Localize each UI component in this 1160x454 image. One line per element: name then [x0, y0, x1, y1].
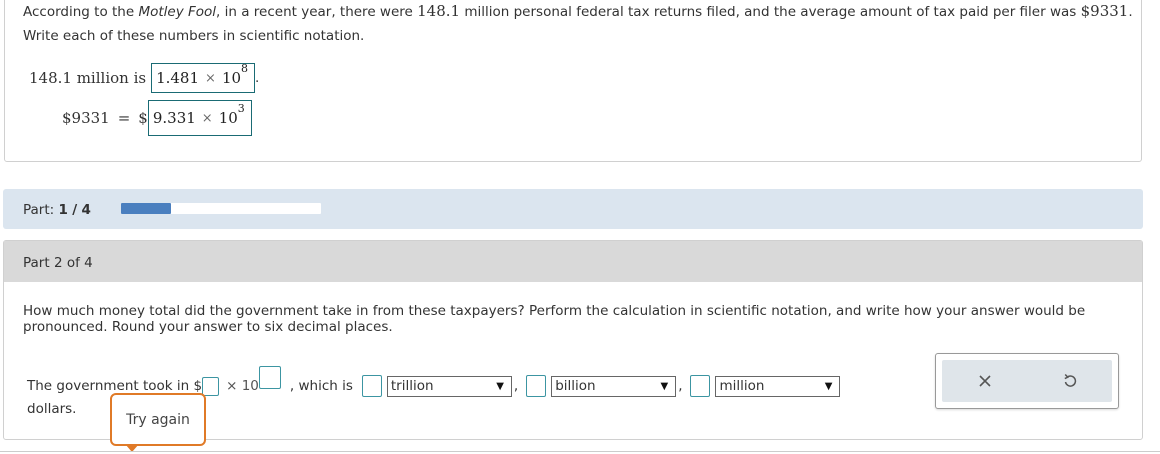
line2-label: $9331: [62, 109, 110, 127]
exponent-input[interactable]: [258, 365, 281, 389]
answer-line-2: $9331 = $ 9.331 × 10 3: [62, 100, 252, 136]
million-input[interactable]: [690, 375, 711, 397]
line2-exponent: 3: [237, 101, 245, 115]
billion-input[interactable]: [526, 375, 547, 397]
dropdown-arrow-icon: ▼: [660, 380, 669, 392]
part2-header: Part 2 of 4: [4, 241, 1142, 282]
problem-intro: According to the: [23, 4, 139, 20]
times-ten: × 10: [226, 378, 259, 394]
line2-dollar: $: [138, 109, 148, 127]
dropdown-arrow-icon: ▼: [824, 380, 833, 392]
problem-text-b: million personal federal tax returns fil…: [460, 4, 1081, 20]
toolbox-inner: [942, 360, 1112, 402]
part-progress-bar: Part: 1 / 4: [3, 189, 1143, 229]
problem-statement: According to the Motley Fool, in a recen…: [23, 0, 1133, 48]
close-icon: [978, 375, 991, 387]
line2-base: 10: [218, 109, 238, 127]
part2-question: How much money total did the government …: [23, 303, 1086, 335]
trillion-select[interactable]: trillion ▼: [386, 375, 512, 397]
line1-period: .: [255, 70, 260, 86]
undo-button[interactable]: [1063, 373, 1077, 389]
clear-button[interactable]: [978, 374, 992, 388]
filers-number: 148.1: [417, 2, 461, 20]
line1-mantissa: 1.481: [156, 69, 200, 87]
billion-select[interactable]: billion ▼: [551, 375, 677, 397]
progress-track: [121, 203, 321, 214]
line2-times: ×: [201, 110, 213, 126]
trillion-select-value: trillion: [390, 378, 434, 394]
million-select[interactable]: million ▼: [715, 375, 841, 397]
million-select-value: million: [719, 378, 765, 394]
line1-base: 10: [221, 69, 242, 87]
trillion-input[interactable]: [361, 375, 382, 397]
part-sep: /: [72, 202, 78, 218]
source-name: Motley Fool: [138, 4, 217, 20]
problem-text-a: , in a recent year, there were: [216, 4, 418, 20]
which-is-text: , which is: [289, 378, 353, 394]
page-divider: [0, 451, 1160, 452]
undo-icon: [1063, 373, 1076, 387]
try-again-tooltip: Try again: [110, 393, 206, 446]
answer-toolbox: [935, 353, 1119, 409]
line1-answer-box[interactable]: 1.481 × 10 8: [151, 61, 256, 93]
line1-exponent: 8: [241, 61, 249, 75]
comma-1: ,: [513, 378, 519, 394]
progress-fill: [121, 203, 171, 214]
avg-tax-number: $9331: [1080, 2, 1129, 20]
line1-times: ×: [205, 70, 216, 86]
billion-select-value: billion: [555, 378, 596, 394]
answer-prefix: The government took in $: [27, 378, 203, 394]
line1-label: 148.1 million is: [29, 69, 147, 87]
line2-answer-box[interactable]: 9.331 × 10 3: [147, 100, 252, 136]
line2-mantissa: 9.331: [152, 109, 196, 127]
part-label: Part: 1 / 4: [23, 202, 91, 218]
part-total: 4: [81, 202, 91, 218]
answer-line-1: 148.1 million is 1.481 × 10 8 .: [29, 62, 259, 94]
dollars-text: dollars.: [27, 401, 77, 417]
part2-card: Part 2 of 4 How much money total did the…: [3, 240, 1143, 452]
mantissa-input[interactable]: [202, 376, 220, 396]
line2-equals: =: [117, 109, 131, 127]
dropdown-arrow-icon: ▼: [496, 380, 504, 392]
part-label-text: Part:: [23, 202, 55, 218]
part2-header-text: Part 2 of 4: [23, 255, 93, 271]
tooltip-text: Try again: [126, 411, 190, 428]
part-current: 1: [58, 202, 68, 218]
comma-2: ,: [678, 378, 683, 394]
